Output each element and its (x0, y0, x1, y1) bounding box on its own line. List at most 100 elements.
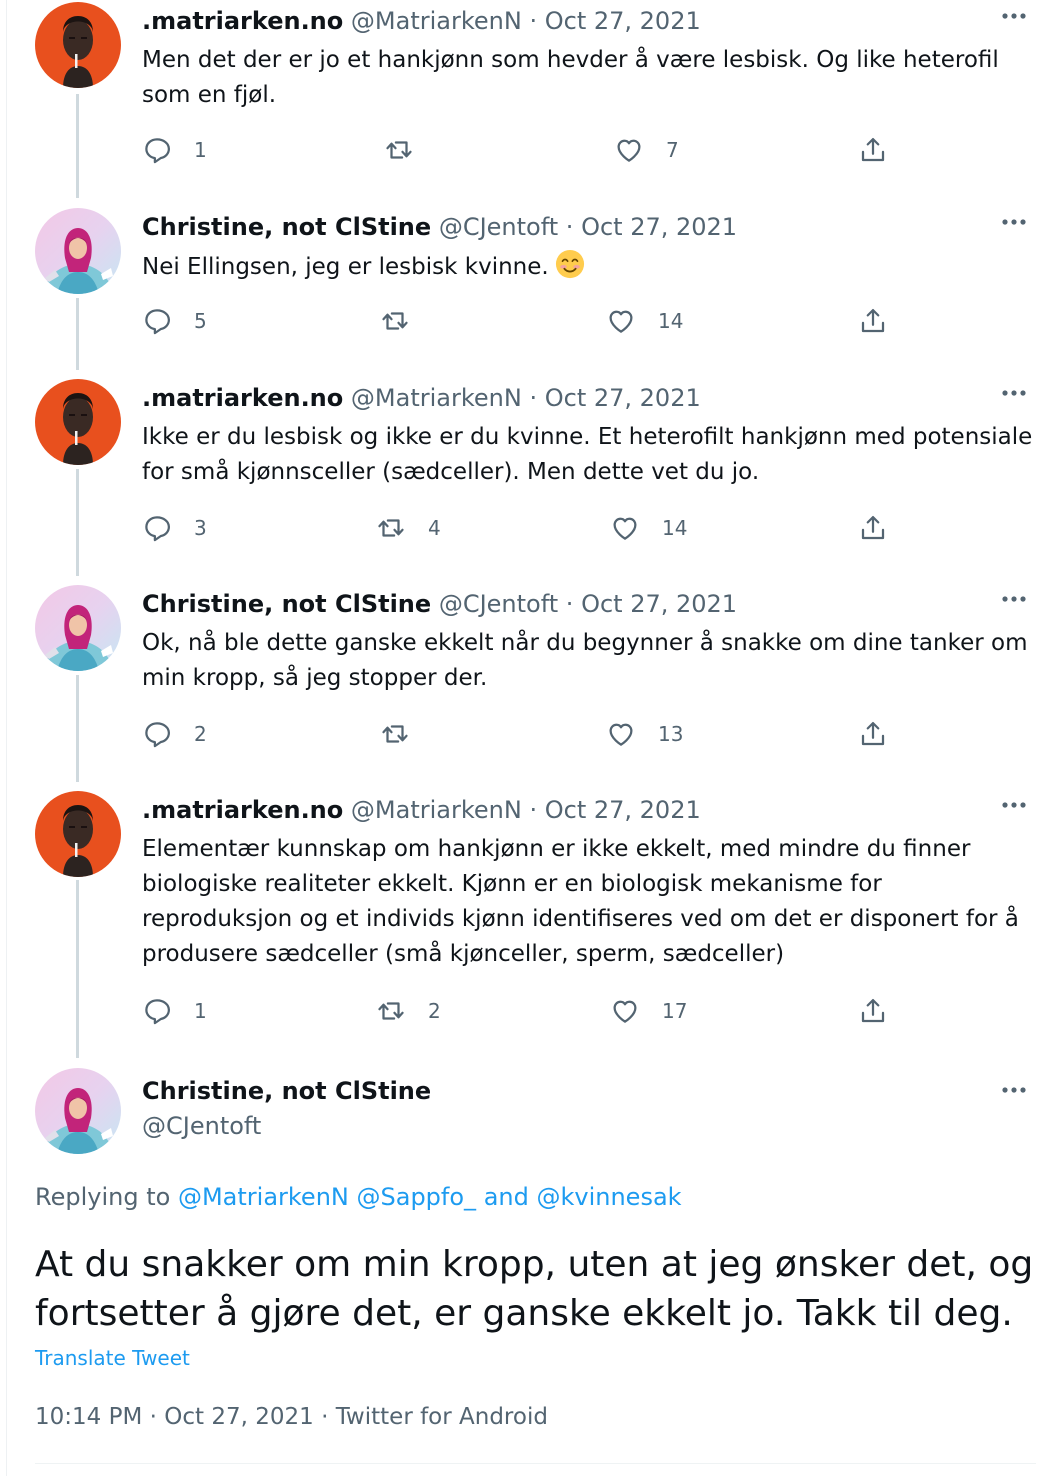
tweet-date[interactable]: Oct 27, 2021 (545, 7, 701, 35)
tweet-text: Ok, nå ble dette ganske ekkelt når du be… (142, 630, 1028, 691)
reply-button[interactable]: 5 (142, 305, 207, 337)
retweet-icon (376, 513, 406, 543)
author-name[interactable]: Christine, not ClStine (142, 590, 431, 618)
reply-count: 2 (194, 722, 207, 746)
author-name[interactable]: .matriarken.no (142, 384, 343, 412)
share-button[interactable] (858, 134, 888, 166)
avatar[interactable] (35, 791, 121, 877)
author-name[interactable]: .matriarken.no (142, 796, 343, 824)
avatar[interactable] (35, 585, 121, 671)
separator-dot: · (321, 1404, 329, 1430)
like-button[interactable]: 14 (610, 512, 687, 544)
like-button[interactable]: 13 (606, 718, 683, 750)
reply-button[interactable]: 2 (142, 718, 207, 750)
separator-dot: · (149, 1404, 157, 1430)
tweet-date[interactable]: Oct 27, 2021 (164, 1404, 314, 1430)
like-icon (606, 719, 636, 749)
tweet-time[interactable]: 10:14 PM (35, 1404, 142, 1430)
reply-icon (142, 135, 172, 165)
retweet-icon (376, 996, 406, 1026)
tweet-header: .matriarken.no @MatriarkenN · Oct 27, 20… (142, 383, 701, 413)
author-handle[interactable]: @MatriarkenN (351, 796, 522, 824)
like-button[interactable]: 17 (610, 995, 687, 1027)
thread-line (76, 94, 79, 198)
author-name[interactable]: .matriarken.no (142, 7, 343, 35)
tweet-text-content: Nei Ellingsen, jeg er lesbisk kvinne. (142, 254, 549, 280)
more-icon[interactable] (998, 1078, 1030, 1102)
author-handle[interactable]: @MatriarkenN (351, 7, 522, 35)
share-button[interactable] (858, 512, 888, 544)
reply-icon (142, 513, 172, 543)
like-icon (614, 135, 644, 165)
reply-icon (142, 719, 172, 749)
avatar[interactable] (35, 208, 121, 294)
avatar[interactable] (35, 1068, 121, 1154)
reply-count: 1 (194, 138, 207, 162)
retweet-icon (380, 306, 410, 336)
thread-line (76, 675, 79, 782)
tweet-text: Elementær kunnskap om hankjønn er ikke e… (142, 836, 1019, 967)
author-handle[interactable]: @CJentoft (142, 1112, 261, 1140)
avatar[interactable] (35, 379, 121, 465)
like-button[interactable]: 14 (606, 305, 683, 337)
like-count: 7 (666, 138, 679, 162)
reply-count: 1 (194, 999, 207, 1023)
tweet-date[interactable]: Oct 27, 2021 (545, 796, 701, 824)
author-name[interactable]: Christine, not ClStine (142, 1077, 431, 1105)
share-icon (858, 719, 888, 749)
tweet-header: Christine, not ClStine @CJentoft · Oct 2… (142, 589, 737, 619)
translate-tweet-link[interactable]: Translate Tweet (35, 1346, 190, 1370)
mention-and-label[interactable]: and (484, 1183, 529, 1211)
like-count: 13 (658, 722, 684, 746)
share-icon (858, 513, 888, 543)
reply-button[interactable]: 3 (142, 512, 207, 544)
mention-link[interactable]: @Sappfo_ (357, 1183, 477, 1211)
author-handle[interactable]: @MatriarkenN (351, 384, 522, 412)
share-icon (858, 135, 888, 165)
retweet-icon (384, 135, 414, 165)
retweet-count: 4 (428, 516, 441, 540)
tweet-header: .matriarken.no @MatriarkenN · Oct 27, 20… (142, 795, 701, 825)
tweet-date[interactable]: Oct 27, 2021 (581, 213, 737, 241)
tweet-source: Twitter for Android (335, 1404, 548, 1430)
more-icon[interactable] (998, 587, 1030, 611)
replying-to-label: Replying to (35, 1183, 171, 1211)
reply-button[interactable]: 1 (142, 995, 207, 1027)
retweet-count: 2 (428, 999, 441, 1023)
author-handle[interactable]: @CJentoft (439, 590, 558, 618)
reply-icon (142, 306, 172, 336)
tweet-date[interactable]: Oct 27, 2021 (545, 384, 701, 412)
like-count: 17 (662, 999, 688, 1023)
tweet-timestamp: 10:14 PM · Oct 27, 2021 · Twitter for An… (35, 1404, 548, 1430)
retweet-button[interactable]: 4 (376, 512, 441, 544)
retweet-button[interactable] (384, 134, 436, 166)
separator-dot: · (565, 590, 574, 618)
avatar[interactable] (35, 2, 121, 88)
page-edge (6, 0, 7, 1476)
share-button[interactable] (858, 718, 888, 750)
more-icon[interactable] (998, 381, 1030, 405)
tweet-header: .matriarken.no @MatriarkenN · Oct 27, 20… (142, 6, 701, 36)
separator-dot: · (529, 7, 538, 35)
more-icon[interactable] (998, 793, 1030, 817)
reply-button[interactable]: 1 (142, 134, 207, 166)
retweet-button[interactable]: 2 (376, 995, 441, 1027)
thread-line (76, 469, 79, 576)
tweet-text: Ikke er du lesbisk og ikke er du kvinne.… (142, 424, 1033, 485)
mention-link[interactable]: @MatriarkenN (178, 1183, 349, 1211)
mention-link[interactable]: @kvinnesak (536, 1183, 681, 1211)
author-handle[interactable]: @CJentoft (439, 213, 558, 241)
retweet-button[interactable] (380, 718, 432, 750)
share-button[interactable] (858, 995, 888, 1027)
more-icon[interactable] (998, 210, 1030, 234)
tweet-header: Christine, not ClStine @CJentoft · Oct 2… (142, 212, 737, 242)
divider (35, 1463, 1036, 1464)
share-button[interactable] (858, 305, 888, 337)
separator-dot: · (529, 796, 538, 824)
author-name[interactable]: Christine, not ClStine (142, 213, 431, 241)
separator-dot: · (529, 384, 538, 412)
tweet-date[interactable]: Oct 27, 2021 (581, 590, 737, 618)
more-icon[interactable] (998, 4, 1030, 28)
retweet-button[interactable] (380, 305, 432, 337)
like-button[interactable]: 7 (614, 134, 679, 166)
